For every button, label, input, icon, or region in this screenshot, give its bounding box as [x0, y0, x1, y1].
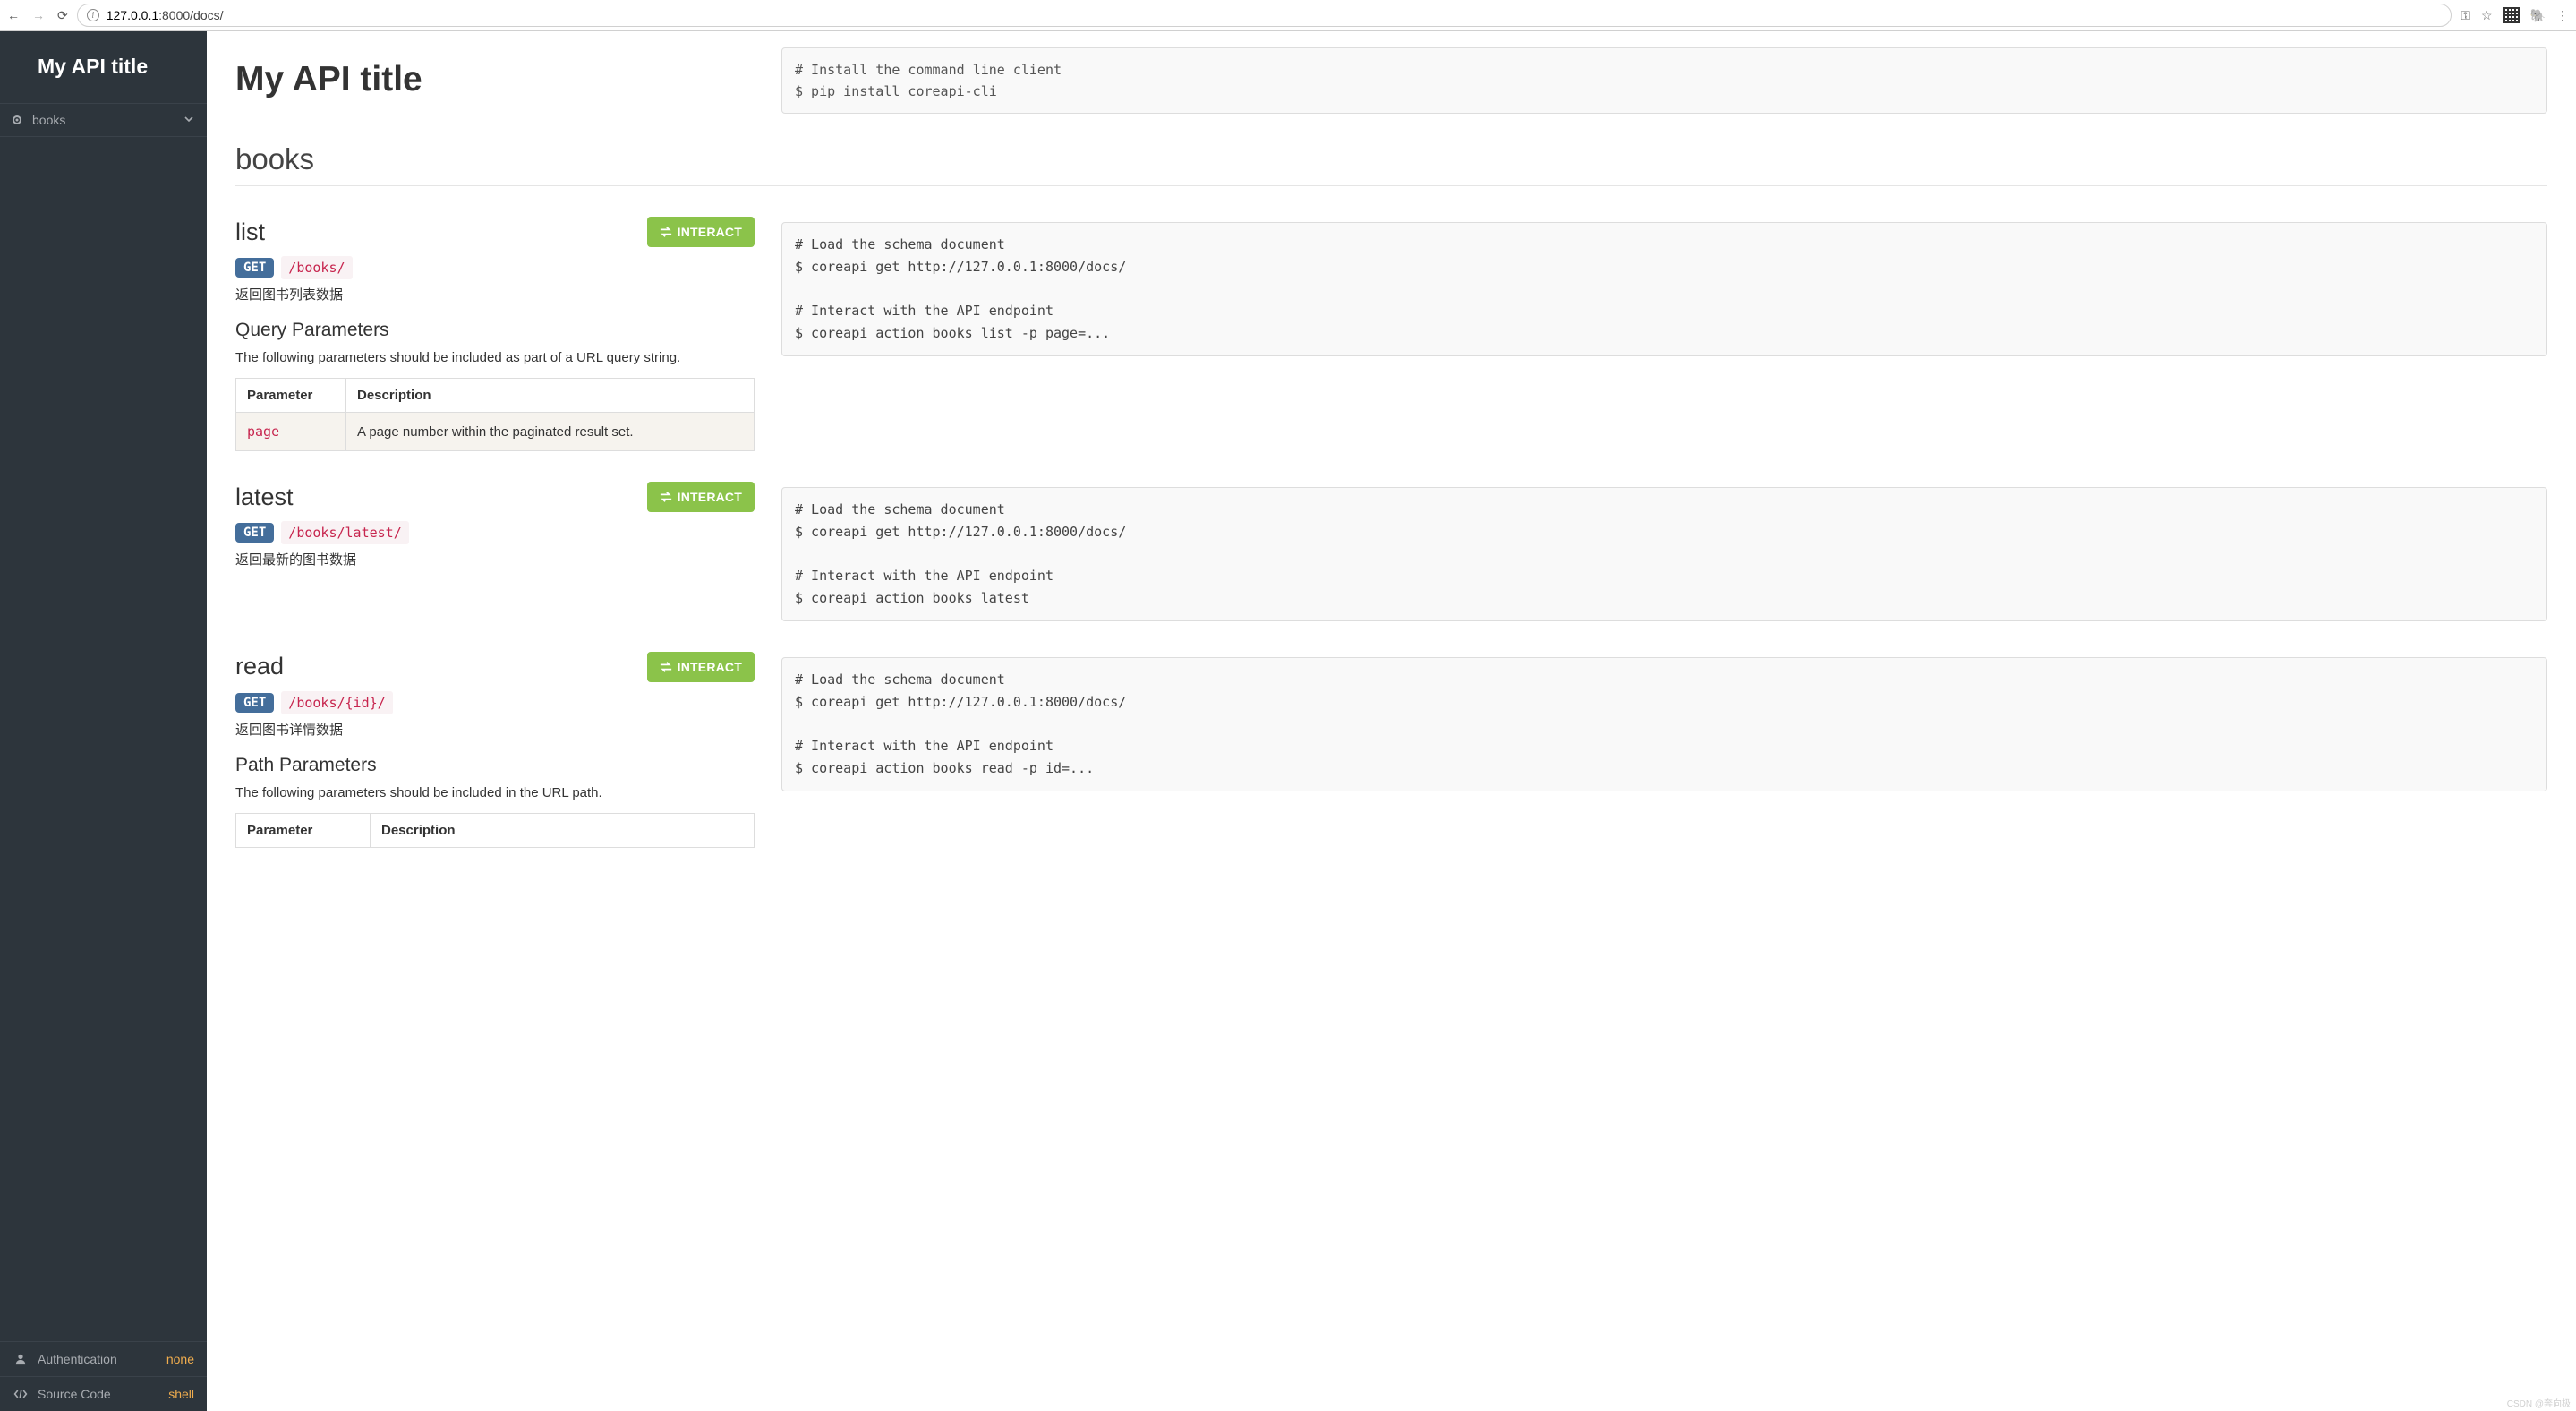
th-description: Description — [346, 379, 755, 413]
menu-icon[interactable]: ⋮ — [2556, 8, 2569, 23]
params-intro: The following parameters should be inclu… — [235, 785, 755, 800]
qr-icon[interactable] — [2503, 7, 2520, 23]
http-method-badge: GET — [235, 258, 274, 278]
install-code-box: # Install the command line client $ pip … — [781, 47, 2547, 114]
sidebar-source-code[interactable]: Source Code shell — [0, 1376, 207, 1411]
endpoint-description: 返回图书详情数据 — [235, 720, 755, 739]
endpoint-name: read — [235, 653, 284, 680]
sidebar: My API title books Authentication none — [0, 31, 207, 1411]
key-icon[interactable]: ⚿ — [2461, 8, 2470, 23]
browser-chrome: ← → ⟳ i 127.0.0.1:8000/docs/ ⚿ ☆ 🐘 ⋮ — [0, 0, 2576, 31]
source-value: shell — [168, 1387, 194, 1401]
interact-button[interactable]: INTERACT — [647, 482, 755, 512]
http-method-badge: GET — [235, 523, 274, 543]
section-heading: books — [235, 142, 2547, 186]
params-heading: Query Parameters — [235, 320, 755, 341]
exchange-icon — [660, 661, 672, 673]
http-method-badge: GET — [235, 693, 274, 713]
auth-label: Authentication — [38, 1352, 117, 1366]
th-parameter: Parameter — [236, 379, 346, 413]
params-intro: The following parameters should be inclu… — [235, 350, 755, 365]
exchange-icon — [660, 226, 672, 238]
url-text: 127.0.0.1:8000/docs/ — [107, 8, 224, 22]
nav-reload-icon[interactable]: ⟳ — [57, 8, 68, 23]
endpoint-name: list — [235, 218, 265, 246]
sidebar-item-label: books — [32, 113, 65, 127]
endpoint-description: 返回最新的图书数据 — [235, 550, 755, 569]
sidebar-title[interactable]: My API title — [0, 31, 207, 103]
exchange-icon — [660, 491, 672, 503]
endpoint-name: latest — [235, 483, 294, 511]
endpoint-path: /books/{id}/ — [281, 691, 392, 714]
endpoint-path: /books/latest/ — [281, 521, 408, 544]
interact-button[interactable]: INTERACT — [647, 652, 755, 682]
chevron-down-icon — [183, 113, 194, 127]
th-description: Description — [371, 813, 755, 847]
evernote-icon[interactable]: 🐘 — [2530, 8, 2546, 23]
nav-forward-icon[interactable]: → — [32, 8, 45, 23]
table-row: page A page number within the paginated … — [236, 413, 755, 451]
sidebar-authentication[interactable]: Authentication none — [0, 1341, 207, 1376]
url-bar[interactable]: i 127.0.0.1:8000/docs/ — [77, 4, 2452, 27]
source-label: Source Code — [38, 1387, 111, 1401]
endpoint-code-box: # Load the schema document $ coreapi get… — [781, 222, 2547, 356]
code-icon — [13, 1388, 29, 1400]
endpoint-description: 返回图书列表数据 — [235, 285, 755, 304]
param-desc: A page number within the paginated resul… — [346, 413, 755, 451]
params-table: Parameter Description page A page number… — [235, 378, 755, 451]
th-parameter: Parameter — [236, 813, 371, 847]
endpoint-path: /books/ — [281, 256, 352, 279]
watermark: CSDN @奔向极 — [2507, 1396, 2571, 1409]
page-title: My API title — [235, 60, 755, 99]
params-heading: Path Parameters — [235, 755, 755, 776]
param-name: page — [236, 413, 346, 451]
bookmark-icon[interactable]: ☆ — [2481, 8, 2493, 23]
info-icon[interactable]: i — [87, 9, 99, 21]
user-icon — [13, 1353, 29, 1365]
nav-back-icon[interactable]: ← — [7, 8, 20, 23]
sidebar-item-books[interactable]: books — [0, 103, 207, 137]
auth-value: none — [166, 1352, 194, 1366]
bullet-icon — [13, 115, 21, 124]
params-table: Parameter Description — [235, 813, 755, 848]
content: My API title # Install the command line … — [207, 31, 2576, 1411]
interact-button[interactable]: INTERACT — [647, 217, 755, 247]
endpoint-code-box: # Load the schema document $ coreapi get… — [781, 487, 2547, 621]
endpoint-code-box: # Load the schema document $ coreapi get… — [781, 657, 2547, 791]
